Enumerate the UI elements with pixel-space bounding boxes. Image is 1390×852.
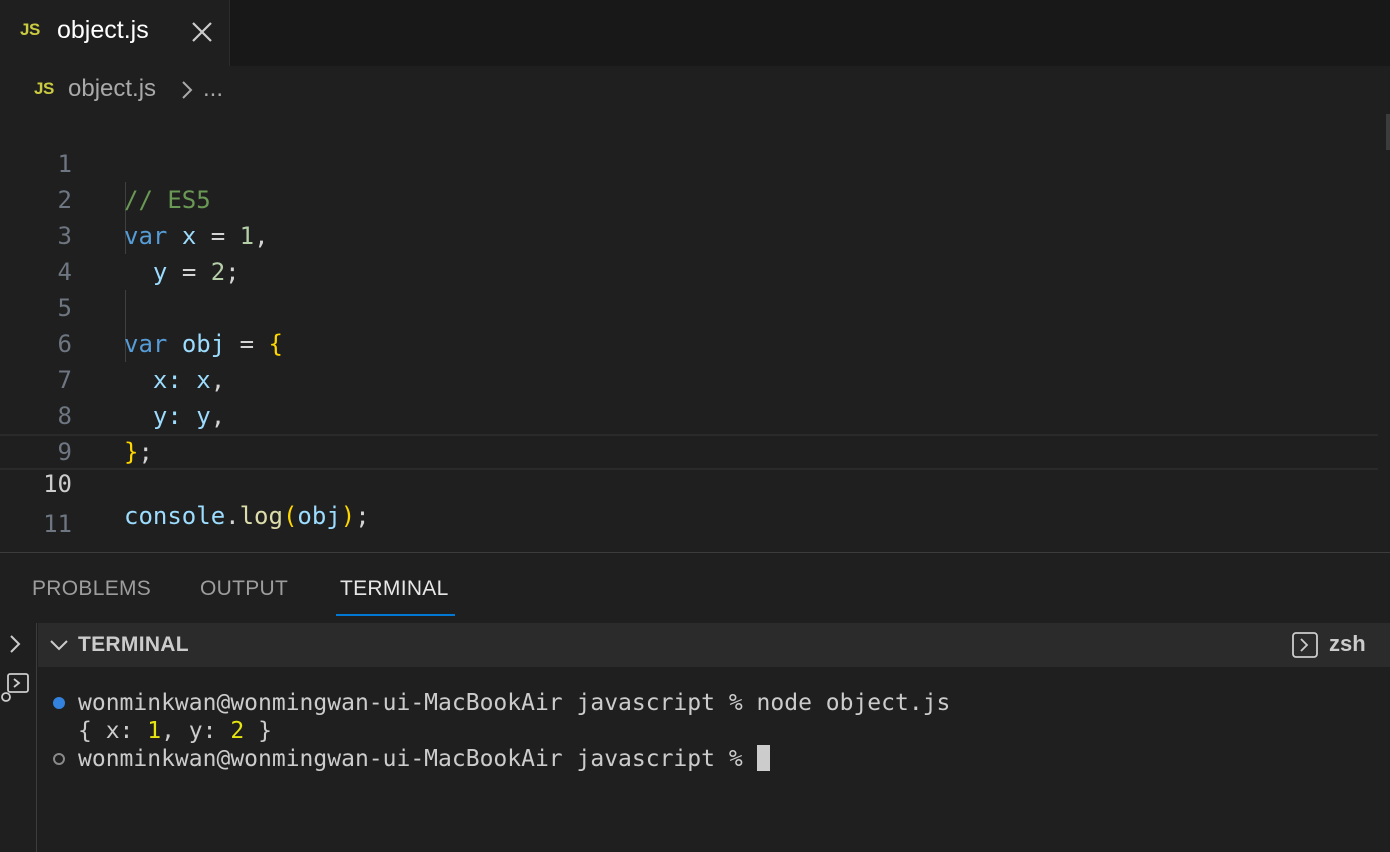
terminal-shell-name[interactable]: zsh xyxy=(1329,631,1366,657)
tab-output[interactable]: OUTPUT xyxy=(200,577,288,601)
editor-tab-bar: JS object.js xyxy=(0,0,1390,66)
chevron-right-icon[interactable] xyxy=(7,633,23,655)
command-pending-icon[interactable] xyxy=(53,753,65,765)
terminal-header: TERMINAL zsh xyxy=(38,623,1390,667)
code-line: 7 y: y, xyxy=(0,326,1378,430)
code-line-current: 10 console.log(obj); xyxy=(0,434,1378,530)
code-line: 5 var obj = { xyxy=(0,254,1378,358)
terminal-line: wonminkwan@wonmingwan-ui-MacBookAir java… xyxy=(78,689,950,717)
scrollbar-overview[interactable] xyxy=(1386,114,1390,150)
active-tab-indicator xyxy=(336,614,455,616)
output-number: 2 xyxy=(230,718,245,744)
code-paren: ( xyxy=(282,502,298,530)
code-identifier: console xyxy=(124,502,226,530)
output-number: 1 xyxy=(147,718,162,744)
terminal-prompt: wonminkwan@wonmingwan-ui-MacBookAir java… xyxy=(78,690,743,716)
chevron-right-icon xyxy=(182,81,193,99)
output-text: , y: xyxy=(161,718,231,744)
output-text: { x: xyxy=(78,718,148,744)
terminal-command: node object.js xyxy=(756,690,951,716)
javascript-file-icon: JS xyxy=(20,20,40,39)
code-line: 4 xyxy=(0,218,1378,286)
chevron-down-icon[interactable] xyxy=(48,636,70,654)
terminal-prompt: wonminkwan@wonmingwan-ui-MacBookAir java… xyxy=(78,746,743,772)
code-punctuation: ; xyxy=(355,502,370,530)
line-number: 11 xyxy=(43,510,72,538)
code-line: 9 xyxy=(0,398,1378,466)
terminal-attach-icon[interactable] xyxy=(0,671,32,703)
code-line: 3 y = 2; xyxy=(0,182,1378,286)
breadcrumb: JS object.js ... xyxy=(0,66,1390,112)
breadcrumb-file[interactable]: object.js xyxy=(68,75,156,103)
panel-side-strip xyxy=(0,623,37,852)
terminal-section-title: TERMINAL xyxy=(78,633,189,656)
code-line: 8 }; xyxy=(0,362,1378,466)
code-paren: ) xyxy=(340,502,356,530)
terminal-icon[interactable] xyxy=(1291,631,1319,659)
code-line: 2 var x = 1, xyxy=(0,146,1378,250)
terminal-cursor xyxy=(756,745,770,771)
code-identifier: obj xyxy=(297,502,341,530)
terminal-line: { x: 1, y: 2 } xyxy=(78,717,272,745)
code-line: 11 xyxy=(0,470,1378,538)
code-line: 6 x: x, xyxy=(0,290,1378,394)
close-icon[interactable] xyxy=(188,18,216,46)
output-text: } xyxy=(244,718,272,744)
terminal-output[interactable]: wonminkwan@wonmingwan-ui-MacBookAir java… xyxy=(38,667,1390,852)
code-editor[interactable]: 1 // ES5 2 var x = 1, 3 y = 2; 4 5 var o… xyxy=(0,110,1390,552)
code-function: log xyxy=(239,502,283,530)
terminal-line: wonminkwan@wonmingwan-ui-MacBookAir java… xyxy=(78,745,770,773)
bottom-panel: PROBLEMS OUTPUT TERMINAL TERMINAL zsh wo… xyxy=(0,552,1390,852)
javascript-file-icon: JS xyxy=(34,79,54,98)
code-punctuation: . xyxy=(225,502,240,530)
command-success-icon[interactable] xyxy=(53,697,65,709)
code-line: 1 // ES5 xyxy=(0,110,1378,214)
tab-problems[interactable]: PROBLEMS xyxy=(32,577,151,601)
editor-tab-object-js[interactable]: JS object.js xyxy=(0,0,230,66)
tab-terminal[interactable]: TERMINAL xyxy=(340,577,449,601)
breadcrumb-more[interactable]: ... xyxy=(203,75,223,103)
tab-label: object.js xyxy=(57,16,149,44)
